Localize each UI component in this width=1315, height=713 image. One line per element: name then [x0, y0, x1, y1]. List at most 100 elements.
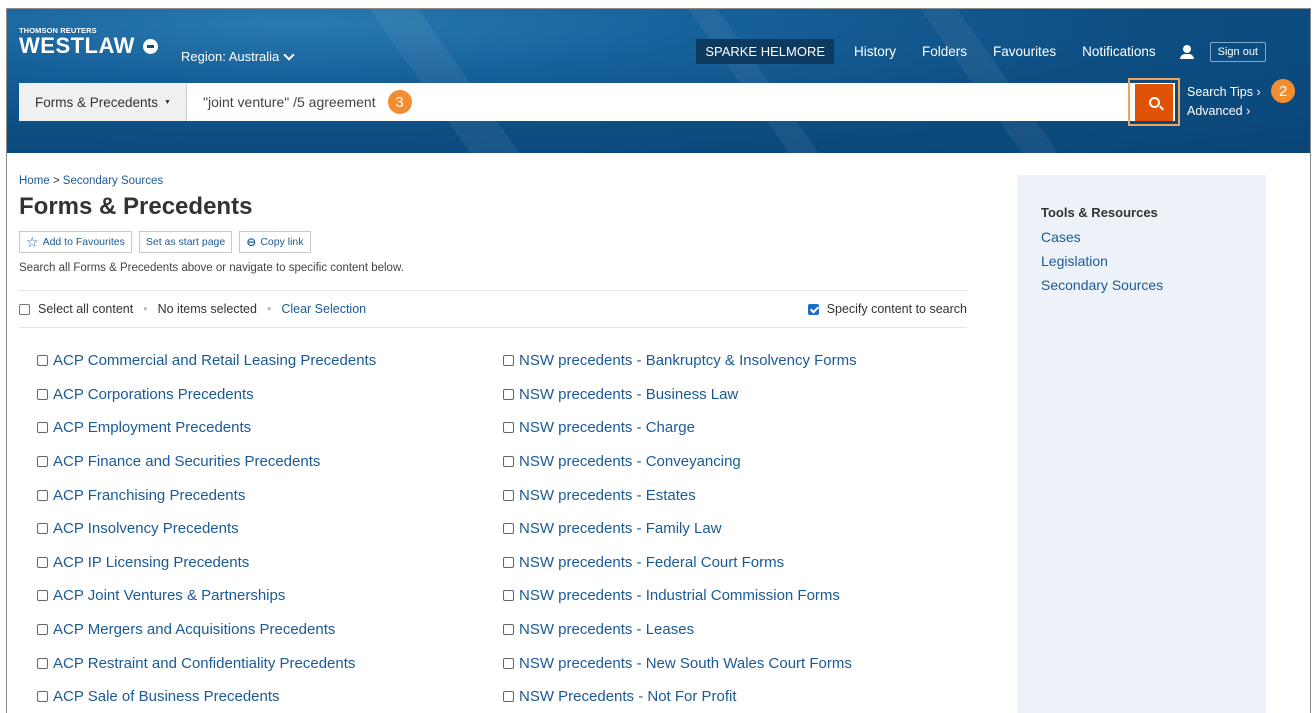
- content-list-item[interactable]: ACP Commercial and Retail Leasing Preced…: [37, 344, 503, 378]
- content-item-checkbox[interactable]: [503, 456, 514, 468]
- content-item-checkbox[interactable]: [37, 657, 48, 669]
- content-list-item[interactable]: NSW precedents - New South Wales Court F…: [503, 646, 963, 680]
- content-item-checkbox[interactable]: [37, 523, 48, 535]
- content-item-link[interactable]: NSW precedents - Leases: [519, 621, 694, 638]
- content-item-link[interactable]: ACP Restraint and Confidentiality Preced…: [53, 655, 355, 672]
- content-list-item[interactable]: NSW precedents - Conveyancing: [503, 445, 963, 479]
- content-item-checkbox[interactable]: [503, 657, 514, 669]
- content-item-link[interactable]: ACP Franchising Precedents: [53, 487, 245, 504]
- content-item-checkbox[interactable]: [37, 422, 48, 434]
- firm-name-button[interactable]: SPARKE HELMORE: [696, 39, 835, 64]
- search-input[interactable]: "joint venture" /5 agreement 3: [187, 83, 1141, 121]
- user-icon[interactable]: [1179, 44, 1194, 59]
- nav-history[interactable]: History: [854, 44, 896, 59]
- content-item-link[interactable]: NSW precedents - Federal Court Forms: [519, 554, 784, 571]
- content-list-item[interactable]: ACP Employment Precedents: [37, 411, 503, 445]
- specify-content-toggle[interactable]: Specify content to search: [807, 302, 967, 316]
- content-item-checkbox[interactable]: [37, 556, 48, 568]
- search-tips-link[interactable]: Search Tips ›: [1187, 83, 1261, 102]
- content-item-checkbox[interactable]: [503, 523, 514, 535]
- region-selector[interactable]: Region: Australia: [181, 48, 295, 64]
- content-list-item[interactable]: ACP Finance and Securities Precedents: [37, 445, 503, 479]
- content-item-checkbox[interactable]: [37, 691, 48, 703]
- content-item-checkbox[interactable]: [503, 422, 514, 434]
- content-item-link[interactable]: ACP Sale of Business Precedents: [53, 688, 280, 705]
- content-item-checkbox[interactable]: [37, 355, 48, 367]
- sign-out-button[interactable]: Sign out: [1209, 41, 1266, 62]
- content-item-checkbox[interactable]: [37, 624, 48, 636]
- content-item-link[interactable]: NSW precedents - Conveyancing: [519, 453, 741, 470]
- content-item-checkbox[interactable]: [503, 388, 514, 400]
- content-item-link[interactable]: ACP Commercial and Retail Leasing Preced…: [53, 352, 376, 369]
- content-list-item[interactable]: NSW precedents - Leases: [503, 613, 963, 647]
- content-list-item[interactable]: NSW precedents - Estates: [503, 478, 963, 512]
- set-start-page-button[interactable]: Set as start page: [138, 231, 233, 253]
- content-item-checkbox[interactable]: [503, 489, 514, 501]
- copy-link-button[interactable]: ⊖ Copy link: [239, 231, 311, 253]
- content-item-checkbox[interactable]: [503, 590, 514, 602]
- content-list-item[interactable]: NSW precedents - Charge: [503, 411, 963, 445]
- content-item-checkbox[interactable]: [37, 590, 48, 602]
- content-item-checkbox[interactable]: [503, 691, 514, 703]
- sidebar-link-cases[interactable]: Cases: [1041, 229, 1242, 245]
- content-item-link[interactable]: ACP Mergers and Acquisitions Precedents: [53, 621, 335, 638]
- content-list-item[interactable]: ACP Franchising Precedents: [37, 478, 503, 512]
- content-list-item[interactable]: NSW precedents - Family Law: [503, 512, 963, 546]
- specify-content-checkbox[interactable]: [807, 303, 819, 315]
- content-item-link[interactable]: ACP Joint Ventures & Partnerships: [53, 587, 285, 604]
- search-button[interactable]: [1135, 83, 1173, 121]
- content-item-link[interactable]: NSW Precedents - Not For Profit: [519, 688, 737, 705]
- header-decoration: [366, 9, 548, 153]
- content-item-link[interactable]: ACP Employment Precedents: [53, 419, 251, 436]
- breadcrumb-secondary-sources[interactable]: Secondary Sources: [63, 175, 163, 187]
- content-item-link[interactable]: NSW precedents - Business Law: [519, 386, 738, 403]
- select-all-checkbox[interactable]: [19, 303, 30, 315]
- nav-favourites[interactable]: Favourites: [993, 44, 1056, 59]
- content-list-item[interactable]: ACP IP Licensing Precedents: [37, 546, 503, 580]
- content-list-item[interactable]: NSW precedents - Industrial Commission F…: [503, 579, 963, 613]
- content-item-checkbox[interactable]: [503, 355, 514, 367]
- sidebar-link-secondary-sources[interactable]: Secondary Sources: [1041, 277, 1242, 293]
- content-item-link[interactable]: ACP Insolvency Precedents: [53, 520, 239, 537]
- content-list-item[interactable]: NSW precedents - Federal Court Forms: [503, 546, 963, 580]
- step-badge-2: 2: [1271, 79, 1295, 103]
- content-item-link[interactable]: NSW precedents - Bankruptcy & Insolvency…: [519, 352, 857, 369]
- product-menu-icon[interactable]: [142, 38, 158, 54]
- content-list-item[interactable]: ACP Insolvency Precedents: [37, 512, 503, 546]
- content-list-item[interactable]: ACP Mergers and Acquisitions Precedents: [37, 613, 503, 647]
- separator-dot: •: [266, 302, 272, 316]
- content-list-item[interactable]: ACP Joint Ventures & Partnerships: [37, 579, 503, 613]
- star-icon: ☆: [26, 234, 39, 250]
- content-list-item[interactable]: ACP Sale of Business Precedents: [37, 680, 503, 713]
- sidebar-link-legislation[interactable]: Legislation: [1041, 253, 1242, 269]
- content-item-link[interactable]: ACP IP Licensing Precedents: [53, 554, 249, 571]
- content-item-checkbox[interactable]: [503, 556, 514, 568]
- content-item-checkbox[interactable]: [37, 489, 48, 501]
- breadcrumb-home[interactable]: Home: [19, 175, 50, 187]
- search-scope-dropdown[interactable]: Forms & Precedents ▼: [19, 83, 187, 121]
- search-button-highlight: [1128, 78, 1180, 126]
- clear-selection-link[interactable]: Clear Selection: [281, 302, 366, 316]
- content-item-link[interactable]: NSW precedents - Charge: [519, 419, 695, 436]
- westlaw-logo[interactable]: THOMSON REUTERS WESTLAW: [19, 26, 158, 59]
- content-column-right: NSW precedents - Bankruptcy & Insolvency…: [503, 344, 963, 713]
- content-item-link[interactable]: NSW precedents - Family Law: [519, 520, 722, 537]
- content-item-link[interactable]: ACP Corporations Precedents: [53, 386, 254, 403]
- content-list-item[interactable]: NSW precedents - Bankruptcy & Insolvency…: [503, 344, 963, 378]
- content-item-checkbox[interactable]: [503, 624, 514, 636]
- content-list-item[interactable]: NSW Precedents - Not For Profit: [503, 680, 963, 713]
- content-item-link[interactable]: ACP Finance and Securities Precedents: [53, 453, 320, 470]
- content-list-item[interactable]: NSW precedents - Business Law: [503, 378, 963, 412]
- content-list-item[interactable]: ACP Corporations Precedents: [37, 378, 503, 412]
- nav-folders[interactable]: Folders: [922, 44, 967, 59]
- content-item-link[interactable]: NSW precedents - Estates: [519, 487, 696, 504]
- top-nav: SPARKE HELMORE History Folders Favourite…: [696, 39, 1266, 64]
- content-item-link[interactable]: NSW precedents - New South Wales Court F…: [519, 655, 852, 672]
- content-list-item[interactable]: ACP Restraint and Confidentiality Preced…: [37, 646, 503, 680]
- nav-notifications[interactable]: Notifications: [1082, 44, 1156, 59]
- content-item-checkbox[interactable]: [37, 456, 48, 468]
- content-item-checkbox[interactable]: [37, 388, 48, 400]
- content-item-link[interactable]: NSW precedents - Industrial Commission F…: [519, 587, 840, 604]
- add-to-favourites-button[interactable]: ☆ Add to Favourites: [19, 231, 132, 253]
- advanced-search-link[interactable]: Advanced ›: [1187, 102, 1261, 121]
